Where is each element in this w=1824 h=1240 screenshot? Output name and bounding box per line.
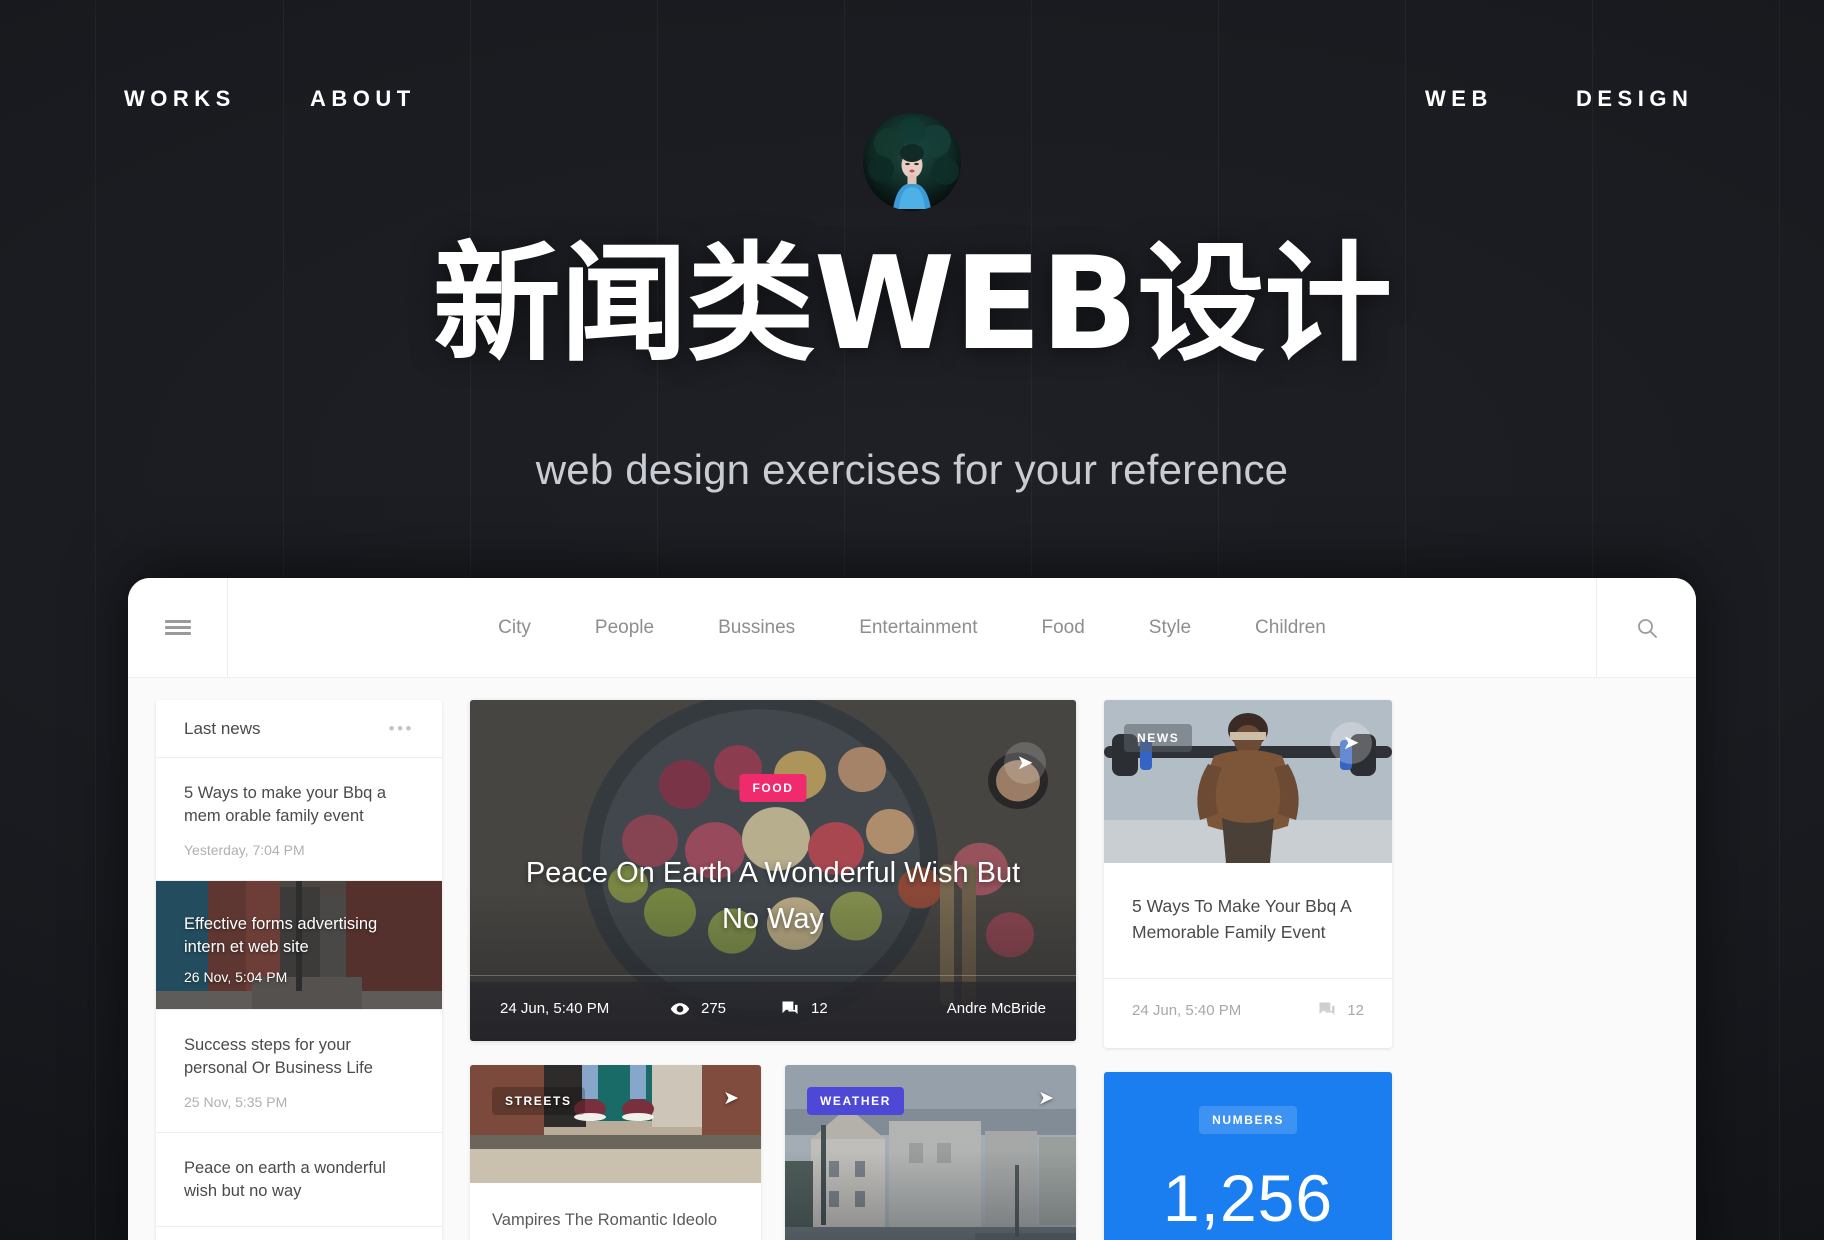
comment-icon xyxy=(782,1001,798,1014)
mock-nav-item-people[interactable]: People xyxy=(563,617,686,639)
nav-link-web[interactable]: WEB xyxy=(1425,86,1493,112)
news-article-card[interactable]: NEWS ➤ 5 Ways To Make Your Bbq A Memorab… xyxy=(1104,700,1392,1049)
card-title: Peace On Earth A Wonderful Wish But No W… xyxy=(525,857,1021,936)
list-item-title: Effective forms advertising intern et we… xyxy=(184,914,378,957)
list-item-title: Peace on earth a wonderful wish but no w… xyxy=(184,1158,386,1201)
website-mockup: City People Bussines Entertainment Food … xyxy=(128,578,1696,1240)
page-title: 新闻类WEB设计 xyxy=(432,230,1392,379)
sneakers-photo: STREETS ➤ xyxy=(470,1065,761,1183)
list-item[interactable]: Success steps for your personal Or Busin… xyxy=(156,1008,442,1133)
comments-stat: 12 xyxy=(1317,1000,1364,1020)
mock-nav-item-bussines[interactable]: Bussines xyxy=(686,617,827,639)
mock-nav-item-entertainment[interactable]: Entertainment xyxy=(827,617,1009,639)
hamburger-icon[interactable] xyxy=(128,578,228,677)
comments-stat: 12 xyxy=(780,999,828,1019)
streets-article-card[interactable]: STREETS ➤ Vampires The Romantic Ideolo xyxy=(470,1065,761,1240)
eye-icon xyxy=(670,1002,690,1015)
last-news-header: Last news ••• xyxy=(156,700,442,758)
mockup-body: Last news ••• 5 Ways to make your Bbq a … xyxy=(128,678,1696,1240)
category-tag[interactable]: STREETS xyxy=(492,1087,585,1115)
card-date: 24 Jun, 5:40 PM xyxy=(1132,1001,1242,1019)
mock-nav-item-style[interactable]: Style xyxy=(1117,617,1223,639)
center-column: ➤ FOOD Peace On Earth A Wonderful Wish B… xyxy=(470,700,1076,1240)
share-icon[interactable]: ➤ xyxy=(1038,1089,1054,1109)
mockup-topbar: City People Bussines Entertainment Food … xyxy=(128,578,1696,678)
list-item-title: 5 Ways to make your Bbq a mem orable fam… xyxy=(184,784,387,826)
mock-nav-item-children[interactable]: Children xyxy=(1223,617,1358,639)
bottom-card-row: STREETS ➤ Vampires The Romantic Ideolo W… xyxy=(470,1065,1076,1240)
ellipsis-icon[interactable]: ••• xyxy=(389,719,414,739)
list-item[interactable]: Effective forms advertising intern et we… xyxy=(156,880,442,1009)
share-icon[interactable]: ➤ xyxy=(1004,742,1046,784)
nav-link-design[interactable]: DESIGN xyxy=(1576,86,1693,112)
comments-count: 12 xyxy=(1347,1001,1364,1019)
mock-nav-item-food[interactable]: Food xyxy=(1009,617,1116,639)
list-item-title: Success steps for your personal Or Busin… xyxy=(184,1035,373,1078)
views-stat: 275 xyxy=(670,999,726,1019)
cityscape-photo: WEATHER ➤ Live Poker How To Win Tournam xyxy=(785,1065,1076,1240)
card-title: 5 Ways To Make Your Bbq A Memorable Fami… xyxy=(1132,896,1351,943)
list-item-time: 26 Nov, 5:04 PM xyxy=(184,968,288,985)
mock-nav-item-city[interactable]: City xyxy=(466,617,563,639)
card-author: Andre McBride xyxy=(946,1000,1046,1017)
views-count: 275 xyxy=(701,1000,727,1017)
list-item-time: 25 Nov, 5:35 PM xyxy=(184,1093,288,1110)
list-item[interactable]: Peace on earth a wonderful wish but no w… xyxy=(156,1133,442,1227)
share-icon[interactable]: ➤ xyxy=(723,1089,739,1109)
card-date: 24 Jun, 5:40 PM xyxy=(500,1000,610,1017)
comment-icon xyxy=(1319,1002,1335,1015)
share-icon[interactable]: ➤ xyxy=(1330,722,1372,764)
category-tag[interactable]: FOOD xyxy=(739,774,807,802)
nav-link-works[interactable]: WORKS xyxy=(124,86,236,112)
card-title: Vampires The Romantic Ideolo xyxy=(492,1211,717,1229)
list-item-time: Yesterday, 7:04 PM xyxy=(184,841,305,858)
search-icon[interactable] xyxy=(1596,578,1696,677)
portrait-avatar[interactable] xyxy=(863,113,961,211)
last-news-card: Last news ••• 5 Ways to make your Bbq a … xyxy=(156,700,442,1240)
numbers-value: 1,256 xyxy=(1162,1161,1334,1236)
athlete-photo: NEWS ➤ xyxy=(1104,700,1392,863)
nav-link-about[interactable]: ABOUT xyxy=(310,86,416,112)
card-footer: 24 Jun, 5:40 PM 275 12 Andre McBride xyxy=(470,975,1076,1041)
category-tag[interactable]: NEWS xyxy=(1124,724,1193,752)
page-subtitle: web design exercises for your reference xyxy=(535,446,1289,493)
featured-article-card[interactable]: ➤ FOOD Peace On Earth A Wonderful Wish B… xyxy=(470,700,1076,1041)
right-column: NEWS ➤ 5 Ways To Make Your Bbq A Memorab… xyxy=(1104,700,1392,1240)
weather-article-card[interactable]: WEATHER ➤ Live Poker How To Win Tournam xyxy=(785,1065,1076,1240)
category-tag: NUMBERS xyxy=(1199,1106,1297,1135)
card-footer: 24 Jun, 5:40 PM 12 xyxy=(1104,977,1392,1042)
last-news-title: Last news xyxy=(184,718,261,738)
category-tag[interactable]: WEATHER xyxy=(807,1087,904,1115)
numbers-stat-card[interactable]: NUMBERS 1,256 xyxy=(1104,1072,1392,1240)
mockup-category-nav: City People Bussines Entertainment Food … xyxy=(228,578,1596,677)
list-item[interactable]: 5 Ways to make your Bbq a mem orable fam… xyxy=(156,758,442,881)
comments-count: 12 xyxy=(811,1000,828,1017)
